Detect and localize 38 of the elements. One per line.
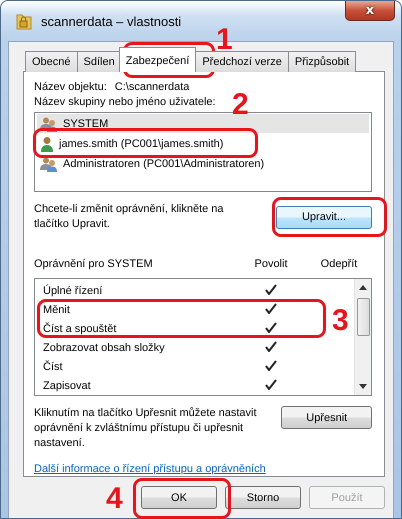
edit-button[interactable]: Upravit... xyxy=(276,206,372,228)
tab[interactable]: Obecné xyxy=(25,51,78,72)
tab[interactable]: Předchozí verze xyxy=(195,51,289,72)
object-name-value: C:\scannerdata xyxy=(114,80,190,95)
user-group-icon xyxy=(40,156,58,172)
permission-name: Zapisovat xyxy=(43,380,91,392)
user-item[interactable]: Administratoren (PC001\Administratoren) xyxy=(37,154,369,173)
callout-number: 3 xyxy=(332,306,349,336)
callout-number: 4 xyxy=(106,484,123,514)
user-group-icon xyxy=(40,116,58,132)
scroll-up-icon xyxy=(359,285,367,290)
permission-name: Číst xyxy=(43,360,63,372)
user-item[interactable]: SYSTEM xyxy=(37,114,369,133)
permissions-label: Oprávnění pro SYSTEM xyxy=(34,258,154,270)
dialog-button[interactable]: OK xyxy=(141,486,217,509)
advanced-hint: Kliknutím na tlačítko Upřesnit můžete nastavit oprávnění k zvláštnímu přístupu či upřesnit nastavení. xyxy=(34,406,258,451)
close-button[interactable]: x xyxy=(345,1,395,21)
permission-name: Zobrazovat obsah složky xyxy=(43,342,165,354)
window-title: scannerdata – vlastnosti xyxy=(41,14,182,28)
permission-name: Úplné řízení xyxy=(43,284,102,296)
dialog-button[interactable]: Storno xyxy=(225,486,301,509)
advanced-button[interactable]: Upřesnit xyxy=(281,406,372,429)
help-link[interactable]: Další informace o řízení přístupu a oprávněních xyxy=(34,463,266,475)
edit-hint: Chcete-li změnit oprávnění, klikněte na tlačítko Upravit. xyxy=(34,202,225,232)
tab[interactable]: Zabezpečení xyxy=(118,47,196,72)
tab[interactable]: Přizpůsobit xyxy=(288,51,356,72)
object-name-label: Název objektu: xyxy=(34,80,107,95)
users-label: Název skupiny nebo jméno uživatele: xyxy=(34,95,216,110)
scrollbar[interactable] xyxy=(354,279,371,395)
permission-name: Číst a spouštět xyxy=(43,322,116,334)
tab[interactable]: Sdílen xyxy=(76,51,122,72)
scroll-down-icon xyxy=(359,384,367,389)
scroll-thumb[interactable] xyxy=(356,298,370,336)
permission-name: Měnit xyxy=(43,304,70,316)
column-header: Odepřít xyxy=(320,258,358,270)
column-header: Povolit xyxy=(253,258,289,270)
user-icon xyxy=(40,136,54,152)
user-item[interactable]: james.smith (PC001\james.smith) xyxy=(37,134,369,153)
